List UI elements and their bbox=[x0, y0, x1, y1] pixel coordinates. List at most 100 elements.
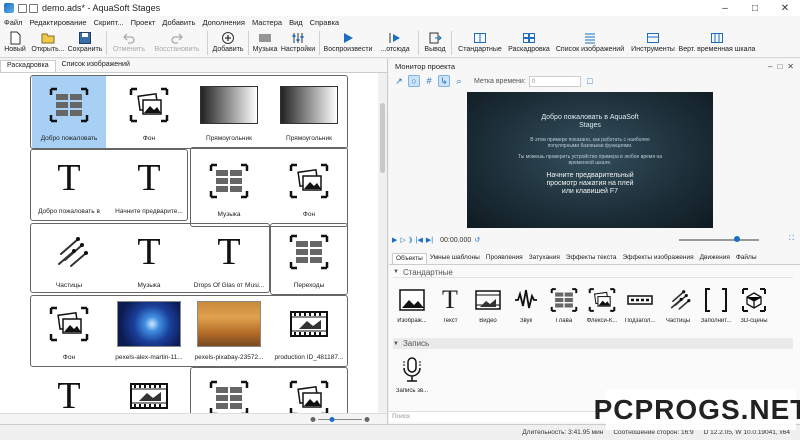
scrollbar-thumb[interactable] bbox=[380, 103, 385, 173]
tab-text-effects[interactable]: Эффекты текста bbox=[563, 253, 620, 264]
zoom-slider[interactable] bbox=[310, 416, 370, 423]
object-3d-scene[interactable]: 3D-сцены bbox=[735, 283, 773, 331]
menu-help[interactable]: Справка bbox=[310, 18, 339, 27]
storyboard-tile[interactable]: Фон bbox=[112, 76, 186, 148]
settings-button[interactable]: Настройки bbox=[279, 29, 317, 58]
storyboard-tile[interactable] bbox=[112, 367, 186, 413]
object-text[interactable]: T Текст bbox=[431, 283, 469, 331]
storyboard-tile[interactable]: Прямоугольник bbox=[272, 76, 346, 148]
maximize-button[interactable]: □ bbox=[740, 0, 770, 16]
object-placeholder[interactable]: Заполнит... bbox=[697, 283, 735, 331]
fullscreen-icon[interactable]: ⛶ bbox=[789, 235, 794, 243]
menu-add[interactable]: Добавить bbox=[162, 18, 195, 27]
guides-tool-icon[interactable]: ○ bbox=[408, 75, 420, 87]
add-button[interactable]: Добавить bbox=[210, 29, 246, 58]
tab-objects[interactable]: Объекты bbox=[392, 253, 427, 264]
layout-image-list-button[interactable]: Список изображений bbox=[552, 29, 628, 58]
storyboard-tile[interactable]: T Drops Of Glas от Musi... bbox=[192, 223, 266, 295]
zoom-icon[interactable]: ⌕ bbox=[453, 75, 465, 87]
menu-view[interactable]: Вид bbox=[289, 18, 303, 27]
play-from-here-icon[interactable]: ▷ bbox=[400, 236, 405, 244]
tab-storyboard[interactable]: Раскадровка bbox=[0, 60, 56, 72]
storyboard-scrollbar[interactable] bbox=[378, 73, 387, 413]
position-slider[interactable] bbox=[679, 239, 759, 241]
layout-standard-button[interactable]: Стандартные bbox=[454, 29, 506, 58]
storyboard-tile[interactable] bbox=[272, 369, 346, 413]
status-duration: Длительность: 3:41.95 мин bbox=[522, 429, 604, 436]
object-particles[interactable]: Частицы bbox=[659, 283, 697, 331]
storyboard-tile[interactable]: Прямоугольник bbox=[192, 76, 266, 148]
tab-fade-in[interactable]: Проявления bbox=[483, 253, 526, 264]
menu-file[interactable]: Файл bbox=[4, 18, 22, 27]
tab-files[interactable]: Файлы bbox=[733, 253, 760, 264]
gradient-thumbnail bbox=[200, 86, 258, 124]
save-button[interactable]: Сохранить bbox=[66, 29, 104, 58]
storyboard-tile[interactable]: Частицы bbox=[32, 223, 106, 295]
storyboard-tile[interactable]: pexels-alex-martin-11... bbox=[112, 295, 186, 367]
menu-addons[interactable]: Дополнения bbox=[202, 18, 244, 27]
section-standard[interactable]: ▼ Стандартные bbox=[393, 267, 793, 278]
tab-smart-templates[interactable]: Умные шаблоны bbox=[427, 253, 483, 264]
save-frame-icon[interactable]: □ bbox=[584, 75, 596, 87]
object-video[interactable]: Видео bbox=[469, 283, 507, 331]
storyboard-tile[interactable]: Добро пожаловать bbox=[32, 76, 106, 148]
object-subtitle[interactable]: Подзагол... bbox=[621, 283, 659, 331]
play-button[interactable]: Воспроизвести bbox=[322, 29, 374, 58]
new-button[interactable]: Новый bbox=[0, 29, 30, 58]
section-record[interactable]: ▼ Запись bbox=[393, 338, 793, 349]
storyboard-tile[interactable]: Фон bbox=[272, 152, 346, 224]
quick-undo-icon[interactable] bbox=[29, 3, 38, 13]
object-sound[interactable]: Звук bbox=[507, 283, 545, 331]
storyboard-tile[interactable]: Музыка bbox=[192, 152, 266, 224]
timemark-input[interactable]: 0 bbox=[528, 75, 581, 87]
tab-motion[interactable]: Движения bbox=[697, 253, 733, 264]
monitor-close-icon[interactable]: ✕ bbox=[787, 62, 794, 71]
frame-back-icon[interactable]: |◀ bbox=[416, 236, 423, 244]
storyboard-tile[interactable]: production ID_481187... bbox=[272, 295, 346, 367]
storyboard-tile[interactable]: T Музыка bbox=[112, 223, 186, 295]
layout-tools-button[interactable]: Инструменты bbox=[628, 29, 678, 58]
minimize-button[interactable]: – bbox=[710, 0, 740, 16]
monitor-title: Монитор проекта bbox=[395, 61, 456, 71]
storyboard-tile[interactable]: T Добро пожаловать в bbox=[32, 149, 106, 221]
project-preview[interactable]: Добро пожаловать в AquaSoft Stages В это… bbox=[467, 92, 713, 228]
layout-vertical-timeline-button[interactable]: Верт. временная шкала bbox=[678, 29, 756, 58]
loop-icon[interactable]: ↺ bbox=[474, 236, 480, 244]
menu-project[interactable]: Проект bbox=[131, 18, 156, 27]
storyboard-tile[interactable]: pexels-pixabay-23572... bbox=[192, 295, 266, 367]
output-button[interactable]: Вывод bbox=[421, 29, 449, 58]
storyboard-tile[interactable]: T bbox=[32, 367, 106, 413]
object-flexi-collage[interactable]: Флекси-К... bbox=[583, 283, 621, 331]
play-icon[interactable]: ▶ bbox=[392, 236, 397, 244]
tab-image-list[interactable]: Список изображений bbox=[56, 60, 136, 72]
select-tool-icon[interactable]: ↗ bbox=[393, 75, 405, 87]
object-record-sound[interactable]: Запись зв... bbox=[393, 353, 431, 401]
close-button[interactable]: ✕ bbox=[770, 0, 800, 16]
tab-image-effects[interactable]: Эффекты изображения bbox=[619, 253, 696, 264]
storyboard-tile[interactable]: Переходы bbox=[272, 223, 346, 295]
object-image[interactable]: Изображ... bbox=[393, 283, 431, 331]
tab-fade-out[interactable]: Затухания bbox=[526, 253, 563, 264]
step-icon[interactable]: ⟫ bbox=[409, 236, 413, 244]
play-from-here-button[interactable]: ...отсюда bbox=[374, 29, 416, 58]
music-button[interactable]: Музыка bbox=[251, 29, 279, 58]
menu-script[interactable]: Скрипт... bbox=[94, 18, 124, 27]
position-slider-knob[interactable] bbox=[734, 236, 740, 242]
storyboard-tile[interactable] bbox=[192, 369, 266, 413]
layout-storyboard-button[interactable]: Раскадровка bbox=[506, 29, 552, 58]
quick-save-icon[interactable] bbox=[18, 3, 27, 13]
undo-button[interactable]: Отменить bbox=[109, 29, 149, 58]
chapter-icon bbox=[209, 163, 249, 199]
storyboard-tile[interactable]: T Начните предварите... bbox=[112, 149, 186, 221]
grid-icon[interactable]: # bbox=[423, 75, 435, 87]
menu-edit[interactable]: Редактирование bbox=[29, 18, 86, 27]
frame-forward-icon[interactable]: ▶| bbox=[426, 236, 433, 244]
redo-button[interactable]: Восстановить bbox=[149, 29, 205, 58]
monitor-minimize-icon[interactable]: – bbox=[768, 62, 772, 71]
snap-icon[interactable]: ↳ bbox=[438, 75, 450, 87]
menu-wizards[interactable]: Мастера bbox=[252, 18, 282, 27]
object-chapter[interactable]: Глава bbox=[545, 283, 583, 331]
monitor-maximize-icon[interactable]: □ bbox=[777, 62, 782, 71]
open-button[interactable]: Открыть... bbox=[30, 29, 66, 58]
storyboard-tile[interactable]: Фон bbox=[32, 295, 106, 367]
